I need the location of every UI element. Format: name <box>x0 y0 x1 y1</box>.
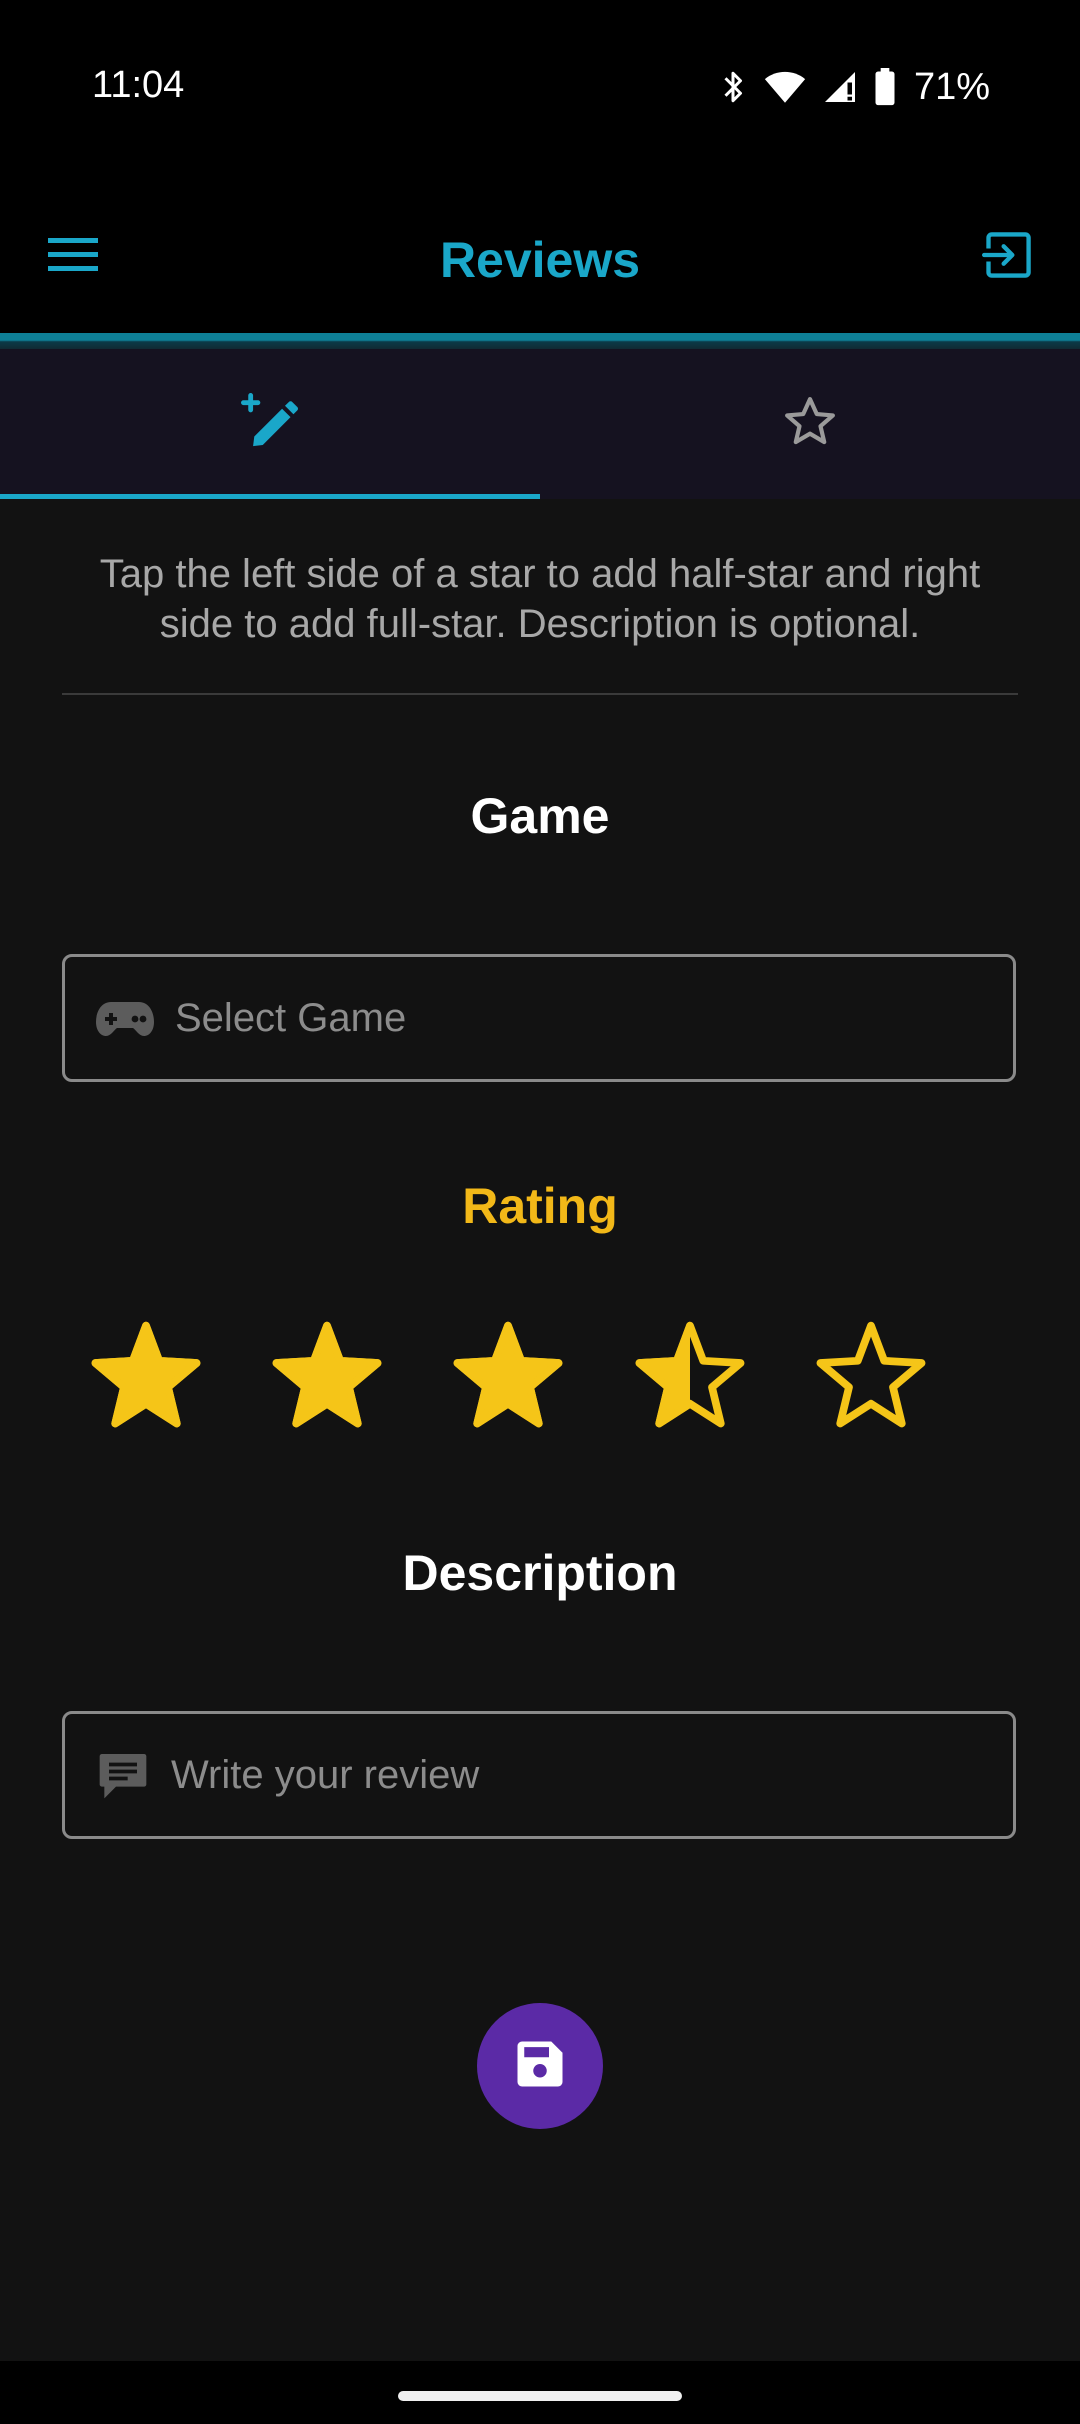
review-description-field[interactable]: Write your review <box>62 1711 1016 1839</box>
save-icon <box>513 2037 567 2096</box>
star-4-half[interactable] <box>635 1319 745 1429</box>
home-indicator[interactable] <box>398 2391 682 2401</box>
status-time: 11:04 <box>92 64 185 106</box>
status-icons: 71% <box>718 62 990 112</box>
wifi-icon <box>764 69 806 105</box>
review-placeholder: Write your review <box>171 1752 480 1797</box>
status-bar: 11:04 71% <box>0 0 1080 175</box>
star-5-empty[interactable] <box>816 1319 926 1429</box>
star-3-full[interactable] <box>453 1319 563 1429</box>
divider <box>62 693 1018 695</box>
app-bar: Reviews <box>0 175 1080 335</box>
star-1-full[interactable] <box>91 1319 201 1429</box>
rating-section-title: Rating <box>462 1178 618 1234</box>
star-2-full[interactable] <box>272 1319 382 1429</box>
star-outline-icon <box>782 394 838 455</box>
cell-signal-icon <box>822 69 858 105</box>
tab-bar <box>0 349 1080 499</box>
edit-plus-icon <box>241 392 299 456</box>
page-title: Reviews <box>439 232 641 288</box>
description-section-title: Description <box>402 1545 678 1601</box>
logout-button[interactable] <box>976 225 1040 289</box>
bluetooth-icon <box>718 67 748 107</box>
tab-write-review[interactable] <box>0 349 540 499</box>
battery-percent: 71% <box>913 65 990 108</box>
gamepad-icon <box>95 998 155 1038</box>
game-section-title: Game <box>470 788 610 844</box>
logout-icon <box>982 229 1034 286</box>
app-bar-divider <box>0 333 1080 349</box>
select-game-placeholder: Select Game <box>175 995 407 1040</box>
select-game-field[interactable]: Select Game <box>62 954 1016 1082</box>
save-button[interactable] <box>477 2003 603 2129</box>
star-rating[interactable] <box>0 1319 1080 1429</box>
system-nav-bar <box>0 2361 1080 2424</box>
comment-icon <box>95 1747 151 1803</box>
review-form: Tap the left side of a star to add half-… <box>0 499 1080 2361</box>
tab-my-reviews[interactable] <box>540 349 1080 499</box>
battery-icon <box>874 68 896 106</box>
instructions-text: Tap the left side of a star to add half-… <box>99 552 981 646</box>
